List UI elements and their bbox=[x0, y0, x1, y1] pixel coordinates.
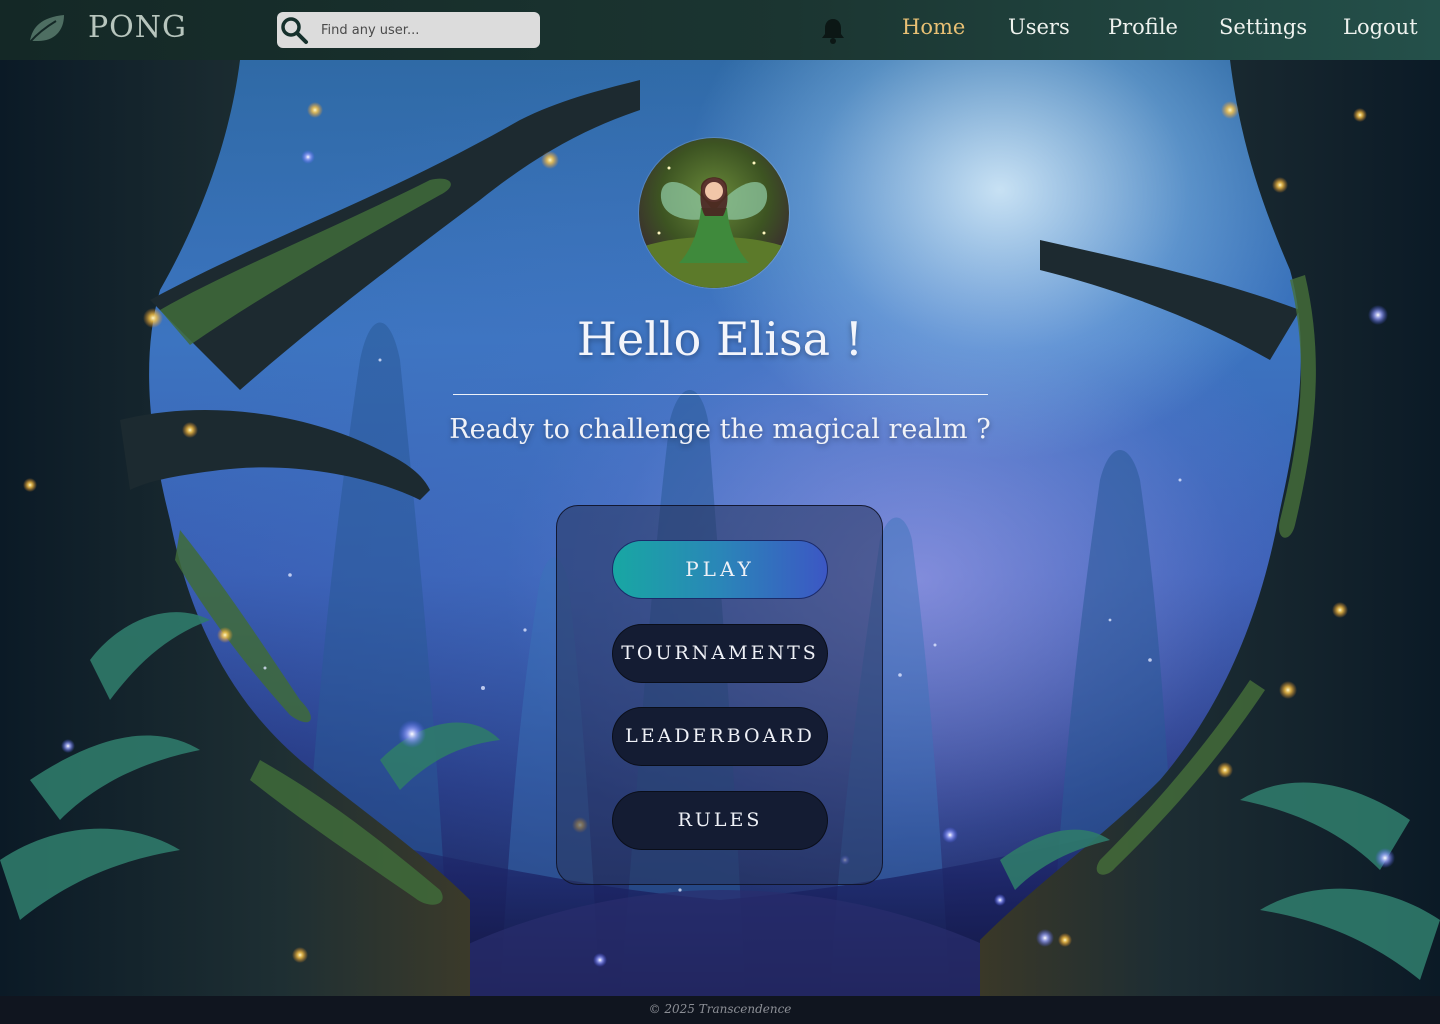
nav-logout[interactable]: Logout bbox=[1343, 15, 1418, 39]
nav-profile[interactable]: Profile bbox=[1108, 15, 1178, 39]
rules-button[interactable]: RULES bbox=[612, 791, 828, 850]
leaderboard-button[interactable]: LEADERBOARD bbox=[612, 707, 828, 766]
greeting-subtitle: Ready to challenge the magical realm ? bbox=[449, 414, 991, 445]
game-menu-panel: PLAY TOURNAMENTS LEADERBOARD RULES bbox=[556, 505, 883, 885]
hero-divider bbox=[453, 394, 988, 395]
greeting-title: Hello Elisa ! bbox=[576, 312, 864, 366]
nav-settings[interactable]: Settings bbox=[1219, 15, 1307, 39]
tournaments-button[interactable]: TOURNAMENTS bbox=[612, 624, 828, 683]
home-page: PONG Home Users Profile Settings Logout bbox=[0, 0, 1440, 1024]
main-nav: Home Users Profile Settings Logout bbox=[0, 15, 1440, 45]
nav-users[interactable]: Users bbox=[1008, 15, 1070, 39]
fairy-avatar bbox=[639, 138, 789, 288]
play-button[interactable]: PLAY bbox=[612, 540, 828, 599]
nav-home[interactable]: Home bbox=[902, 15, 965, 39]
top-navbar: PONG Home Users Profile Settings Logout bbox=[0, 0, 1440, 60]
footer: © 2025 Transcendence bbox=[0, 996, 1440, 1024]
